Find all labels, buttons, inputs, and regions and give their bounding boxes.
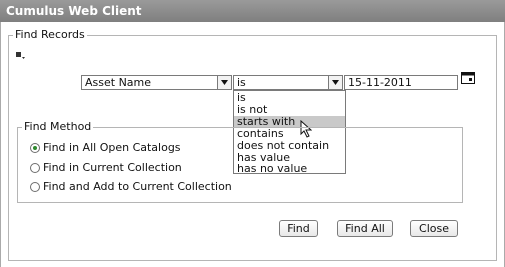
operator-select-value: is [237,76,246,89]
radio-label: Find in Current Collection [43,161,182,174]
field-select-value: Asset Name [85,76,152,89]
radio-label: Find in All Open Catalogs [43,141,181,154]
find-all-button[interactable]: Find All [337,220,393,237]
radio-label: Find and Add to Current Collection [43,180,232,193]
window-title: Cumulus Web Client [6,4,142,18]
radio-button[interactable] [30,163,40,173]
find-method-legend: Find Method [22,120,94,133]
dropdown-arrow-icon [328,76,342,89]
find-button[interactable]: Find [279,220,318,237]
radio-button[interactable] [30,143,40,153]
calendar-icon[interactable] [461,72,475,84]
window-titlebar: Cumulus Web Client [0,0,505,22]
find-records-legend: Find Records [13,28,87,41]
dropdown-arrow-icon [217,76,231,89]
close-button[interactable]: Close [410,220,458,237]
small-menu-icon[interactable] [16,52,26,60]
field-select[interactable]: Asset Name [81,75,232,90]
date-input[interactable]: 15-11-2011 [344,75,458,90]
date-input-value: 15-11-2011 [348,76,412,89]
radio-button[interactable] [30,182,40,192]
operator-select[interactable]: is [233,75,343,90]
